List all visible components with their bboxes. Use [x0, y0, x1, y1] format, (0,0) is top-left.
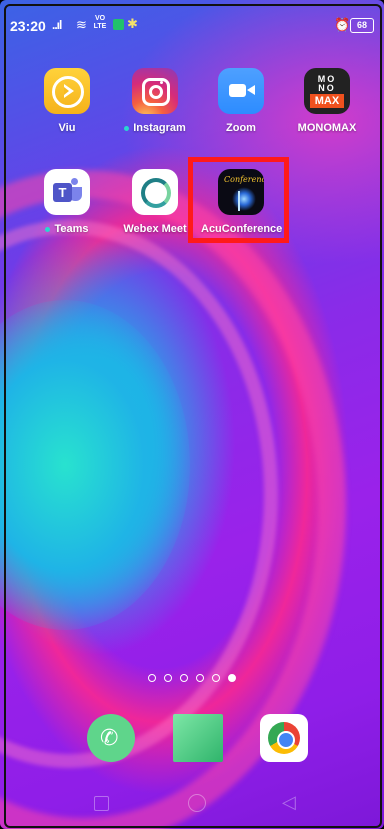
- status-time: 23:20: [10, 18, 46, 34]
- battery-icon: 68: [350, 18, 374, 33]
- app-zoom[interactable]: Zoom: [201, 68, 281, 134]
- page-dot[interactable]: [148, 674, 156, 682]
- sim-icon: [113, 19, 124, 30]
- webex-icon: [132, 169, 178, 215]
- monomax-icon: MO NO MAX: [304, 68, 350, 114]
- phone-icon[interactable]: ✆: [87, 714, 135, 762]
- page-dot[interactable]: [180, 674, 188, 682]
- notification-icon: ✱: [127, 16, 138, 31]
- app-viu[interactable]: Viu: [27, 68, 107, 134]
- app-label: Viu: [58, 122, 76, 134]
- page-dot[interactable]: [164, 674, 172, 682]
- app-teams[interactable]: T Teams: [27, 169, 107, 235]
- viu-icon: [44, 68, 90, 114]
- home-screen: 23:20 ..ıl ≋ VO LTE ✱ ⏰ 68 Viu Instagram…: [0, 0, 384, 829]
- app-label: Teams: [27, 223, 107, 235]
- app-label: MONOMAX: [297, 122, 357, 134]
- page-dot[interactable]: [196, 674, 204, 682]
- status-bar: 23:20 ..ıl ≋ VO LTE ✱ ⏰ 68: [0, 0, 384, 44]
- recents-button[interactable]: [94, 796, 109, 811]
- page-indicator[interactable]: [0, 669, 384, 687]
- volte-icon: VO LTE: [93, 15, 107, 30]
- page-dot[interactable]: [212, 674, 220, 682]
- alarm-icon: ⏰: [334, 17, 351, 32]
- instagram-icon: [132, 68, 178, 114]
- app-label: Zoom: [226, 122, 256, 134]
- messages-icon[interactable]: [173, 714, 223, 762]
- zoom-icon: [218, 68, 264, 114]
- page-dot-active[interactable]: [228, 674, 236, 682]
- app-instagram[interactable]: Instagram: [115, 68, 195, 134]
- app-label: Webex Meet: [123, 223, 187, 235]
- teams-icon: T: [44, 169, 90, 215]
- signal-icon: ..ıl: [52, 18, 62, 32]
- app-webex-meet[interactable]: Webex Meet: [115, 169, 195, 235]
- home-button[interactable]: [188, 794, 206, 812]
- app-monomax[interactable]: MO NO MAX MONOMAX: [287, 68, 367, 134]
- chrome-icon[interactable]: [260, 714, 308, 762]
- highlight-box: [188, 157, 289, 243]
- wifi-icon: ≋: [76, 17, 87, 32]
- back-button[interactable]: ◁: [282, 792, 302, 812]
- app-label: Instagram: [115, 122, 195, 134]
